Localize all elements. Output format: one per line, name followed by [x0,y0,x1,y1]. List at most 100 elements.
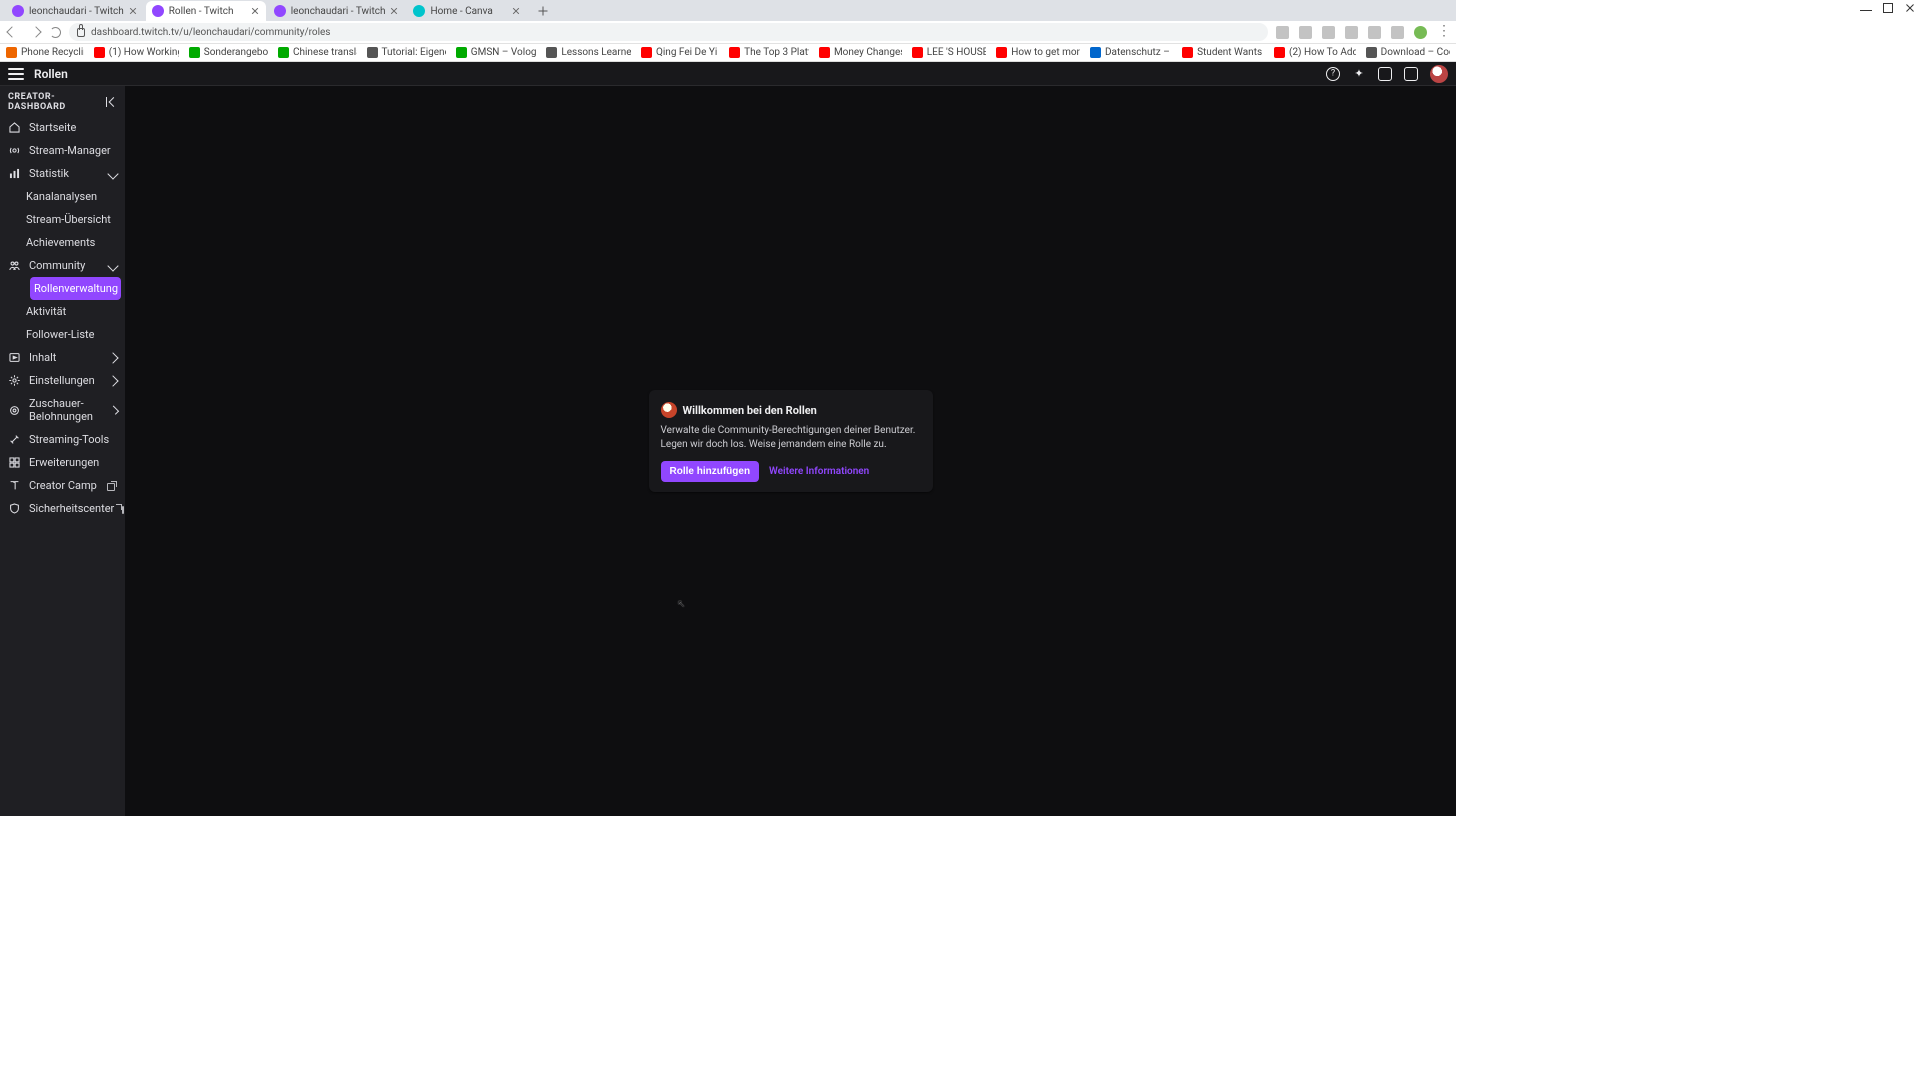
home-icon [8,121,21,134]
address-bar[interactable]: dashboard.twitch.tv/u/leonchaudari/commu… [69,23,1268,41]
sidebar-item-label: Erweiterungen [29,456,99,469]
bookmark-favicon-icon [996,47,1007,58]
twitch-icon [274,5,286,17]
bookmark-item[interactable]: (2) How To Add A… [1274,47,1356,58]
bookmark-label: Sonderangebot | … [204,47,268,58]
sidebar-item-label: Kanalanalysen [26,190,97,203]
bookmark-item[interactable]: GMSN – Vologda… [456,47,537,58]
bookmark-item[interactable]: Download – Cooki… [1366,47,1450,58]
bookmark-item[interactable]: Student Wants an… [1182,47,1264,58]
bookmark-favicon-icon [1090,47,1101,58]
user-avatar-icon[interactable] [1430,65,1448,83]
sidebar-item-extensions[interactable]: Erweiterungen [0,451,125,474]
bookmark-item[interactable]: Sonderangebot | … [189,47,268,58]
bookmark-label: (2) How To Add A… [1289,47,1356,58]
bookmark-favicon-icon [6,47,17,58]
extensions-icon [8,456,21,469]
card-title: Willkommen bei den Rollen [683,404,817,417]
sidebar-item-home[interactable]: Startseite [0,116,125,139]
sidebar-item-activity[interactable]: Aktivität [26,300,125,323]
sidebar-item-label: Sicherheitscenter [29,502,114,515]
qr-icon[interactable] [1322,26,1335,39]
card-body: Verwalte die Community-Berechtigungen de… [661,424,921,451]
sidebar-item-channel-analytics[interactable]: Kanalanalysen [26,185,125,208]
sidebar-item-creator-camp[interactable]: Creator Camp [0,474,125,497]
chevron-down-icon [107,352,118,363]
sidebar-item-rewards[interactable]: Zuschauer-Belohnungen [0,392,125,428]
sidebar-item-label: Startseite [29,121,76,134]
tab-label: leonchaudari - Twitch [291,6,386,17]
sidebar-item-community[interactable]: Community [0,254,125,277]
bookmark-item[interactable]: Phone Recycling… [6,47,84,58]
extension-icon[interactable] [1345,26,1358,39]
profile-avatar-icon[interactable] [1414,26,1427,39]
close-window-icon[interactable] [1904,2,1916,14]
bookmark-item[interactable]: LEE 'S HOUSE—… [912,47,986,58]
close-icon[interactable] [389,6,399,16]
sidebar-item-stream-manager[interactable]: Stream-Manager [0,139,125,162]
tab[interactable]: leonchaudari - Twitch [6,1,144,21]
bookmark-star-icon[interactable] [1299,26,1312,39]
add-role-button[interactable]: Rolle hinzufügen [661,461,760,482]
bookmark-favicon-icon [367,47,378,58]
bookmark-favicon-icon [1274,47,1285,58]
bookmark-label: Student Wants an… [1197,47,1264,58]
bookmark-favicon-icon [1182,47,1193,58]
bookmark-item[interactable]: Qing Fei De Yi · Y… [641,47,719,58]
bookmark-item[interactable]: Lessons Learned f… [546,47,631,58]
canva-icon [413,5,425,17]
forward-button[interactable] [28,25,42,39]
minimize-icon[interactable] [1860,2,1872,14]
bookmark-item[interactable]: The Top 3 Platfor… [729,47,809,58]
more-info-link[interactable]: Weitere Informationen [769,466,869,477]
gear-icon [8,374,21,387]
new-tab-button[interactable] [533,1,553,21]
sidebar-item-settings[interactable]: Einstellungen [0,369,125,392]
sidebar-item-followers[interactable]: Follower-Liste [26,323,125,346]
bookmark-item[interactable]: Datenschutz – Re… [1090,47,1172,58]
extension-icon[interactable] [1368,26,1381,39]
extension-icon[interactable] [1391,26,1404,39]
maximize-icon[interactable] [1882,2,1894,14]
bookmark-label: GMSN – Vologda… [471,47,537,58]
sidebar-item-content[interactable]: Inhalt [0,346,125,369]
back-button[interactable] [6,25,20,39]
bookmark-item[interactable]: (1) How Working a… [94,47,179,58]
bookmark-item[interactable]: How to get more v… [996,47,1080,58]
sidebar-item-roles[interactable]: Rollenverwaltung [30,277,121,300]
roles-welcome-icon [661,402,677,418]
bookmark-item[interactable]: Tutorial: Eigene F… [367,47,446,58]
sparkle-icon[interactable] [1352,67,1366,81]
tab[interactable]: Rollen - Twitch [146,1,266,21]
bookmark-item[interactable]: Chinese translati… [278,47,357,58]
whispers-icon[interactable] [1404,67,1418,81]
sidebar-item-safety[interactable]: Sicherheitscenter [0,497,125,520]
share-icon[interactable] [1276,26,1289,39]
kebab-menu-icon[interactable] [1437,26,1450,39]
close-icon[interactable] [128,6,138,16]
bookmark-label: Phone Recycling… [21,47,84,58]
inbox-icon[interactable] [1378,67,1392,81]
tab[interactable]: Home - Canva [407,1,527,21]
close-icon[interactable] [250,6,260,16]
help-icon[interactable] [1326,67,1340,81]
reload-button[interactable] [50,27,61,38]
sidebar-item-label: Stream-Übersicht [26,213,111,226]
sidebar-item-stream-overview[interactable]: Stream-Übersicht [26,208,125,231]
close-icon[interactable] [511,6,521,16]
sidebar-item-achievements[interactable]: Achievements [26,231,125,254]
hamburger-icon[interactable] [8,68,24,80]
collapse-sidebar-icon[interactable] [106,97,117,107]
tab[interactable]: leonchaudari - Twitch [268,1,406,21]
bookmark-item[interactable]: Money Changes E… [819,47,902,58]
bookmark-favicon-icon [641,47,652,58]
bookmark-favicon-icon [819,47,830,58]
sidebar-item-stats[interactable]: Statistik [0,162,125,185]
bookmark-label: Download – Cooki… [1381,47,1450,58]
sidebar-item-streaming-tools[interactable]: Streaming-Tools [0,428,125,451]
bookmark-label: Tutorial: Eigene F… [382,47,446,58]
sidebar-item-label: Achievements [26,236,95,249]
sidebar-item-label: Rollenverwaltung [34,282,118,295]
bookmark-label: Chinese translati… [293,47,357,58]
tab-label: leonchaudari - Twitch [29,6,124,17]
